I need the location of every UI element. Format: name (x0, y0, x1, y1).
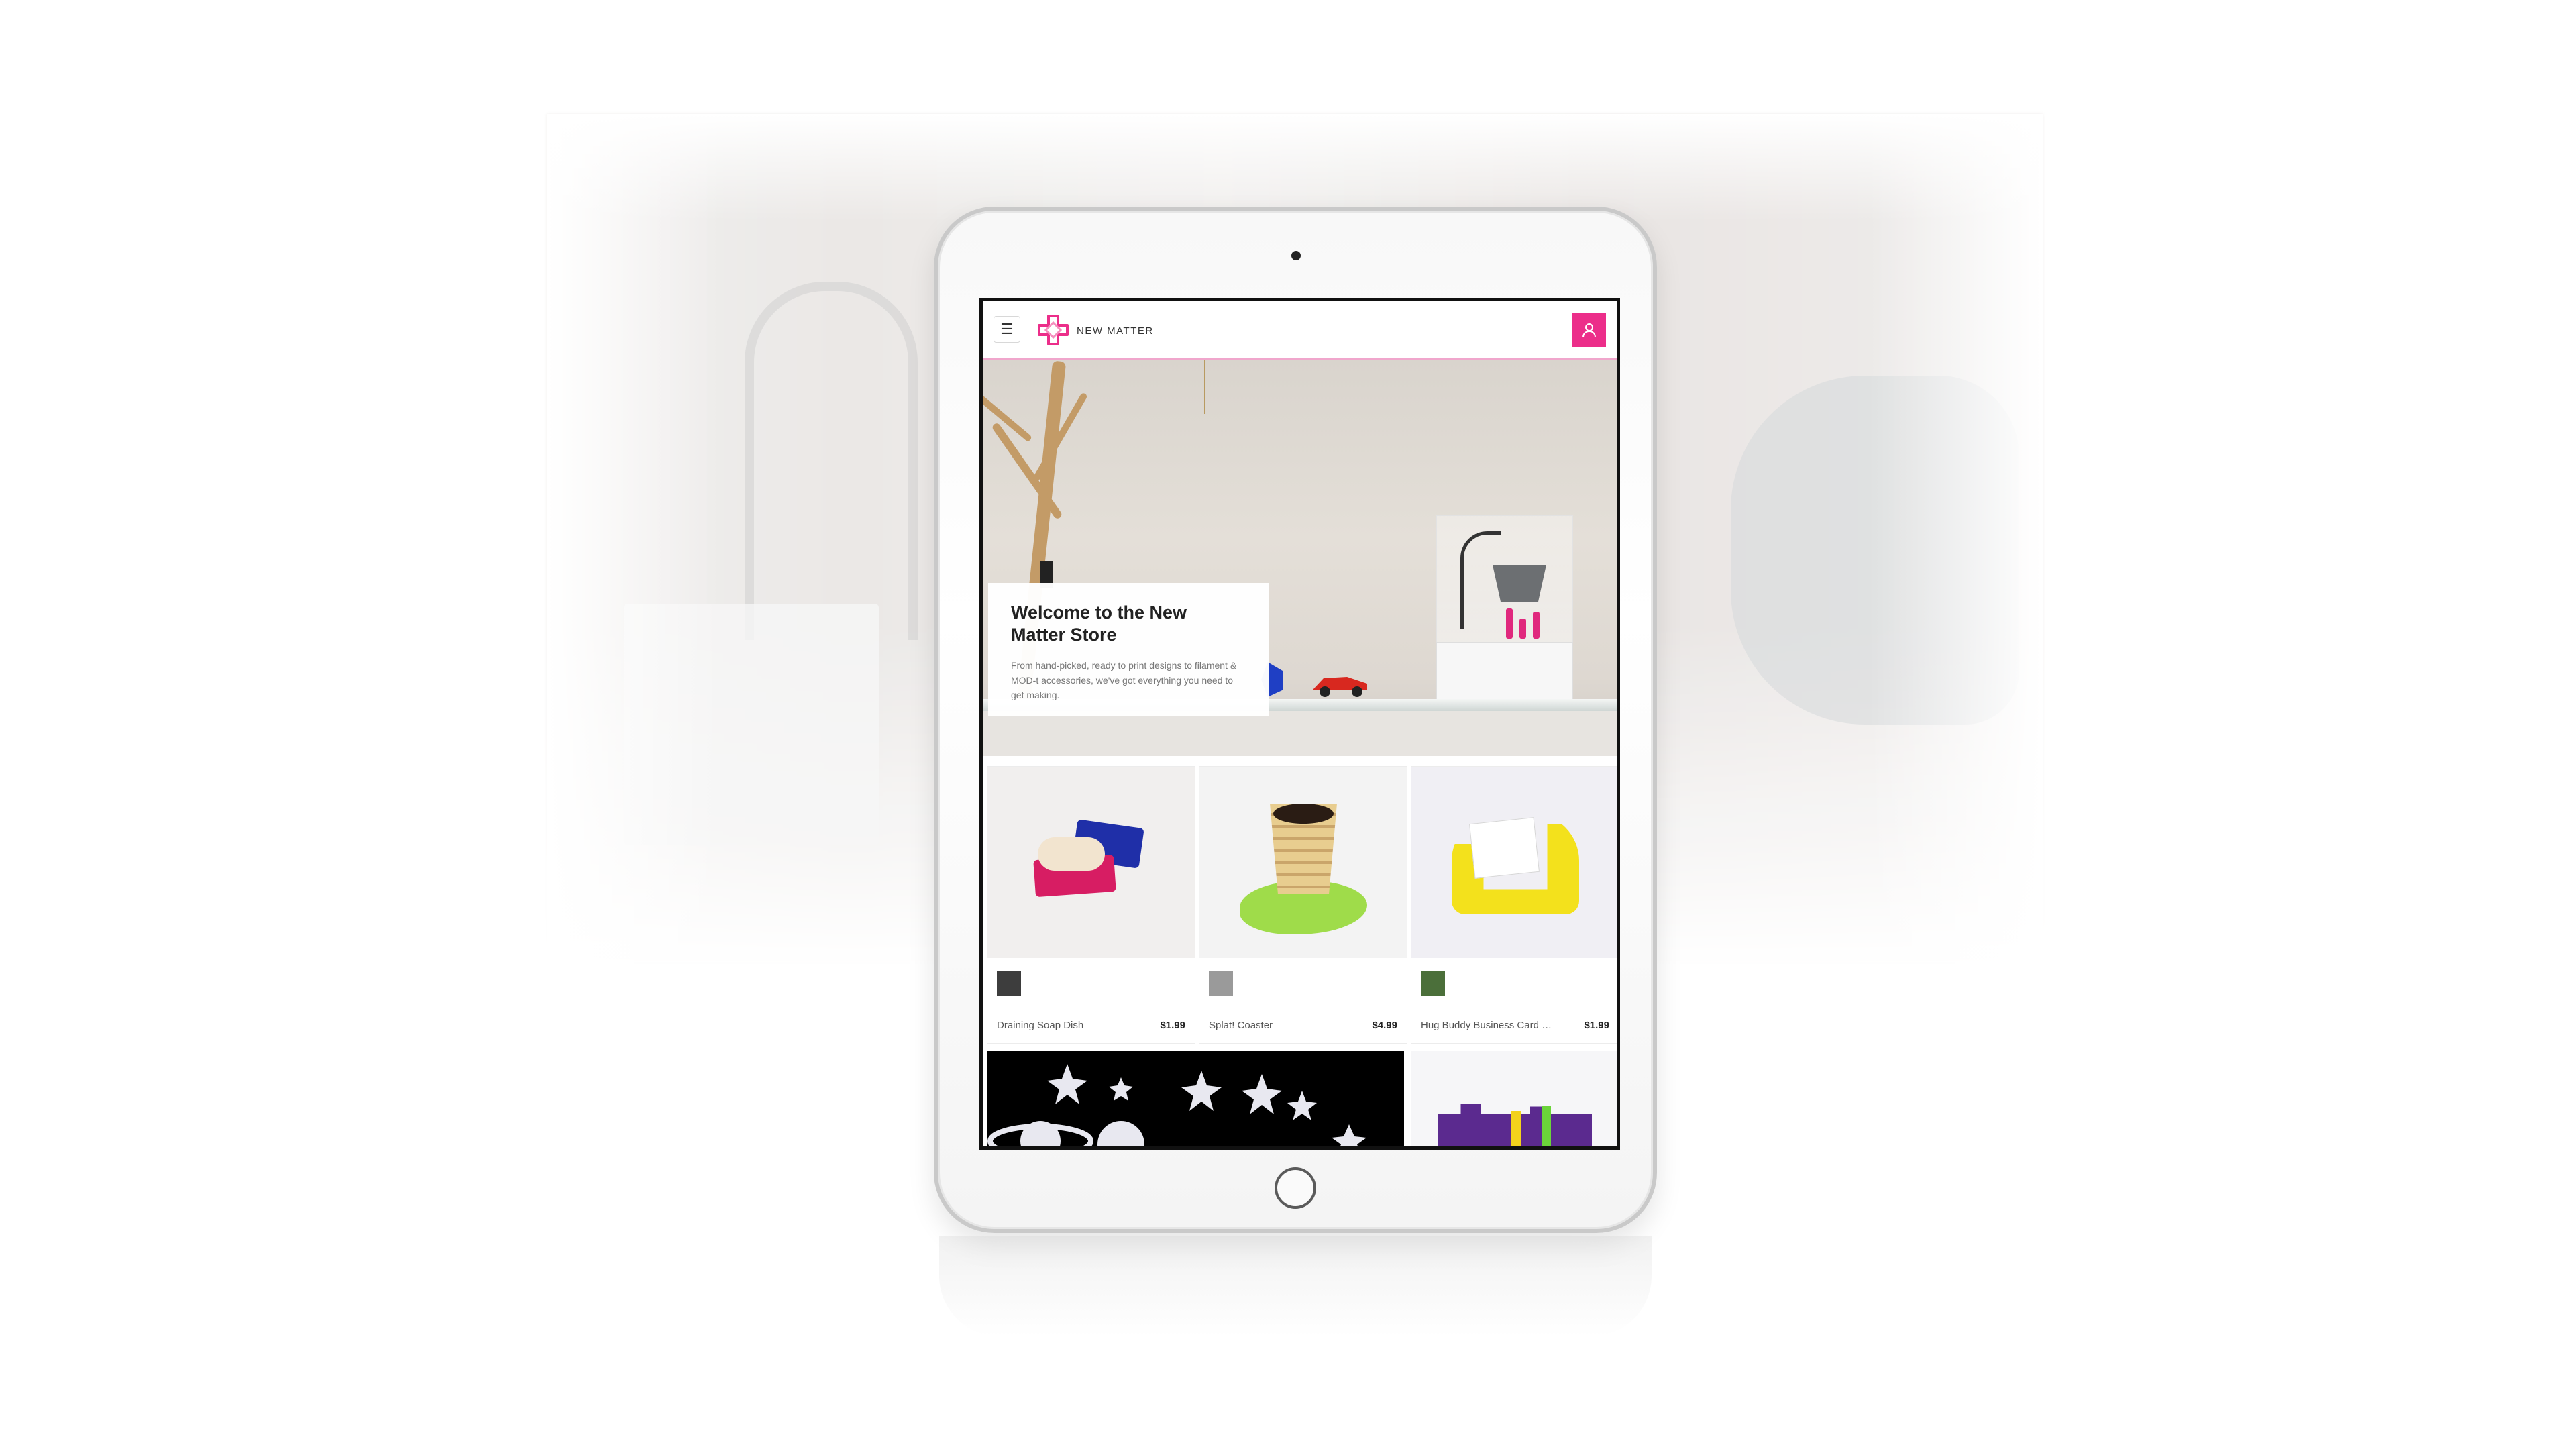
business-card (1468, 817, 1540, 879)
author-avatar[interactable] (1209, 971, 1233, 996)
hero-welcome-card: Welcome to the New Matter Store From han… (988, 583, 1269, 716)
product-image[interactable] (987, 1051, 1404, 1146)
product-footer: Draining Soap Dish $1.99 (987, 1008, 1195, 1044)
user-account-button[interactable] (1572, 313, 1606, 347)
hero-subtitle: From hand-picked, ready to print designs… (1011, 660, 1237, 700)
home-button[interactable] (1275, 1167, 1316, 1209)
product-price: $1.99 (1584, 1020, 1609, 1031)
hero-title: Welcome to the New Matter Store (1011, 602, 1187, 645)
hero-floor (983, 711, 1617, 756)
hero-printer-cable (1460, 531, 1501, 629)
product-card[interactable]: Splat! Coaster $4.99 (1199, 766, 1407, 1044)
product-image[interactable] (1411, 767, 1617, 958)
new-matter-logo-icon[interactable] (1036, 313, 1070, 347)
product-image[interactable] (1411, 1051, 1617, 1146)
top-navigation-bar: ☰ NEW MATTER (983, 301, 1617, 360)
product-name[interactable]: Splat! Coaster (1209, 1020, 1343, 1031)
hero-pendant-line (1204, 360, 1205, 414)
hero-printed-part (1533, 612, 1540, 639)
green-block (1542, 1106, 1551, 1146)
tablet-screen: ☰ NEW MATTER Welcome to the New Matter S… (979, 298, 1620, 1150)
product-author-row (987, 958, 1195, 1008)
product-footer: Splat! Coaster $4.99 (1199, 1008, 1407, 1044)
space-stencil-image (987, 1064, 1366, 1146)
product-name[interactable]: Hug Buddy Business Card Holder (1421, 1020, 1558, 1031)
author-avatar[interactable] (997, 971, 1021, 996)
soap-bar (1038, 837, 1105, 871)
background-fade-left (547, 114, 721, 966)
background-fade-right (1868, 114, 2043, 966)
yellow-block (1511, 1111, 1521, 1146)
tablet-reflection (939, 1236, 1652, 1336)
product-author-row (1411, 958, 1617, 1008)
hero-banner: Welcome to the New Matter Store From han… (983, 360, 1617, 756)
hero-toy-car (1313, 677, 1367, 697)
product-author-row (1199, 958, 1407, 1008)
product-card[interactable]: Hug Buddy Business Card Holder $1.99 (1411, 766, 1617, 1044)
product-price: $1.99 (1160, 1020, 1185, 1031)
product-image[interactable] (987, 767, 1195, 958)
product-price: $4.99 (1372, 1020, 1397, 1031)
product-card[interactable]: Draining Soap Dish $1.99 (987, 766, 1195, 1044)
background-lamp (745, 282, 918, 640)
product-row-2 (983, 1051, 1617, 1146)
background-fade-top (547, 114, 2043, 221)
hero-printer-base (1436, 642, 1573, 706)
camera-icon (1291, 251, 1301, 260)
hero-printed-part (1506, 608, 1513, 639)
user-icon (1582, 323, 1596, 338)
brand-name[interactable]: NEW MATTER (1077, 325, 1154, 337)
hero-printed-part (1519, 619, 1526, 639)
hamburger-icon[interactable]: ☰ (994, 316, 1020, 343)
product-image[interactable] (1199, 767, 1407, 958)
coaster-coffee-beans (1273, 804, 1334, 824)
product-footer: Hug Buddy Business Card Holder $1.99 (1411, 1008, 1617, 1044)
product-name[interactable]: Draining Soap Dish (997, 1020, 1131, 1031)
author-avatar[interactable] (1421, 971, 1445, 996)
hero-printer-head (1493, 565, 1546, 602)
